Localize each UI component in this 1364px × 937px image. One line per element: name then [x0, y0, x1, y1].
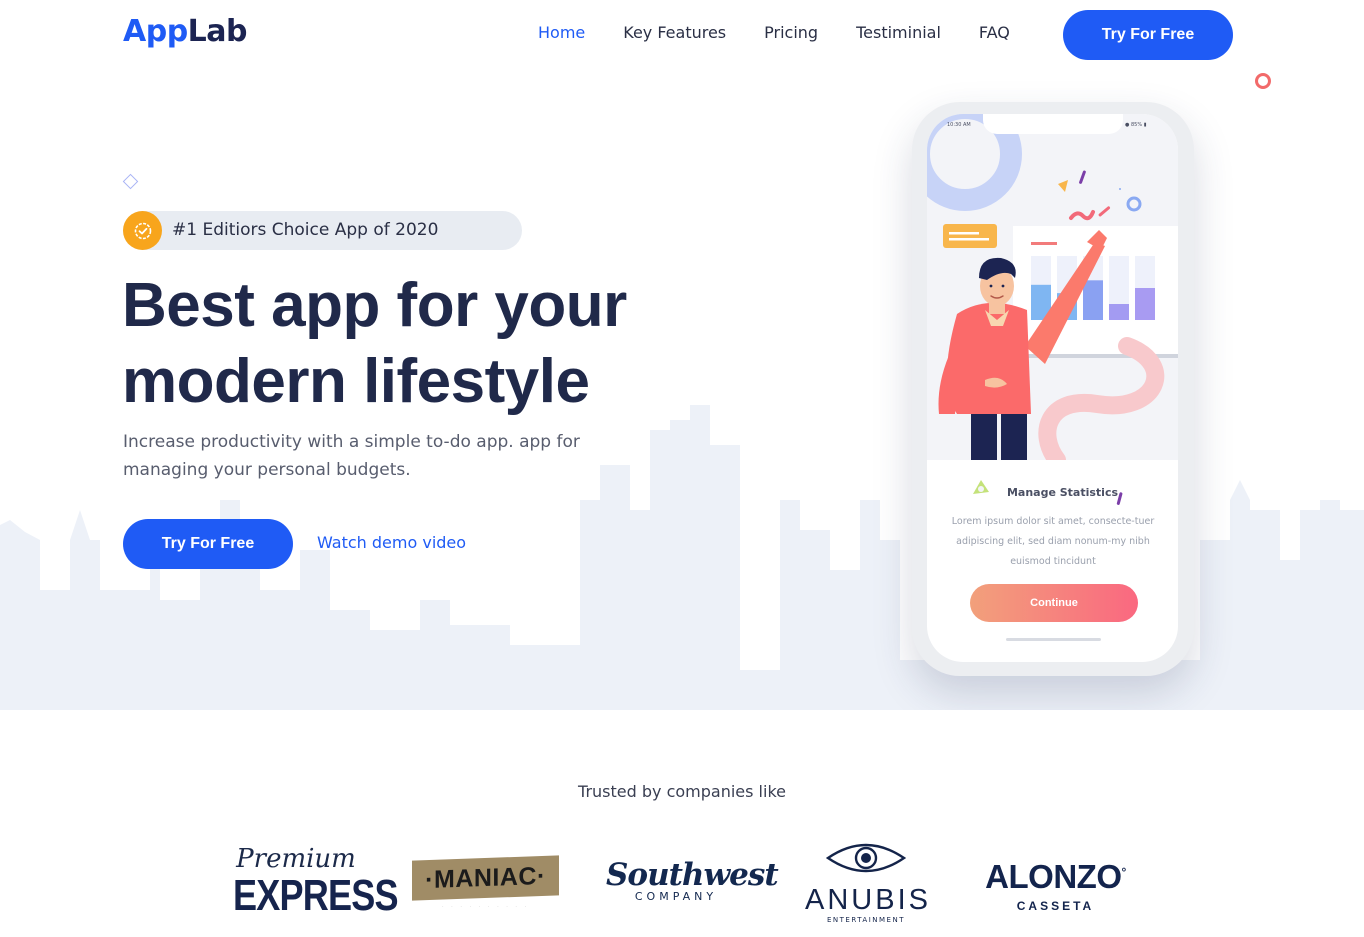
nav-faq[interactable]: FAQ	[979, 23, 1010, 42]
eye-icon	[825, 843, 907, 873]
premium-script: Premium	[236, 844, 356, 874]
phone-chart-bar	[1109, 304, 1129, 320]
phone-chart-bar	[1083, 280, 1103, 320]
maniac-subline: · · · · · · · · · ·	[442, 904, 530, 910]
nav-home[interactable]: Home	[538, 23, 585, 42]
maniac-text: ·MANIAC·	[425, 861, 546, 894]
alonzo-sub: CASSETA	[1016, 899, 1095, 913]
alonzo-name: ALONZO°	[985, 858, 1126, 895]
main-menu: Home Key Features Pricing Testiminial FA…	[538, 23, 1048, 42]
alonzo-logo: ALONZO° CASSETA	[978, 854, 1133, 914]
confetti-icon	[1116, 492, 1123, 505]
southwest-script: Southwest	[606, 857, 779, 893]
nav-try-for-free-button[interactable]: Try For Free	[1063, 10, 1233, 60]
nav-pricing[interactable]: Pricing	[764, 23, 818, 42]
brand-logo-part1: App	[123, 14, 188, 49]
badge-text: #1 Editiors Choice App of 2020	[172, 220, 439, 240]
watch-demo-video-link[interactable]: Watch demo video	[317, 533, 466, 552]
hero-headline: Best app for your modern lifestyle	[122, 268, 682, 420]
phone-chart-bar	[1135, 288, 1155, 320]
premium-express-logo: Premium EXPRESS	[233, 844, 399, 920]
editors-choice-badge: #1 Editiors Choice App of 2020	[123, 211, 522, 250]
status-time: 10:30 AM	[947, 122, 971, 128]
card-title: Manage Statistics	[1006, 486, 1119, 499]
trusted-heading: Trusted by companies like	[578, 782, 786, 801]
southwest-logo: Southwest COMPANY	[606, 857, 779, 903]
hero-subtitle: Increase productivity with a simple to-d…	[123, 432, 580, 480]
phone-screen: 10:30 AM ● 85% ▮ Manage Statistics Lorem…	[927, 114, 1178, 662]
navbar: AppLab Home Key Features Pricing Testimi…	[0, 0, 1364, 70]
battery-percent: 85%	[1130, 122, 1143, 128]
brand-logo-part2: Lab	[187, 14, 248, 49]
presenter-illustration	[927, 114, 1178, 469]
continue-button[interactable]: Continue	[970, 584, 1138, 622]
nav-key-features[interactable]: Key Features	[623, 23, 726, 42]
wifi-icon: ●	[1125, 122, 1130, 128]
maniac-logo: ·MANIAC·	[412, 855, 559, 901]
company-logos: Premium EXPRESS ·MANIAC· · · · · · · · ·…	[0, 836, 1364, 936]
hero-section: #1 Editiors Choice App of 2020 Best app …	[0, 70, 1364, 710]
card-body: Lorem ipsum dolor sit amet, consecte-tue…	[951, 516, 1155, 567]
status-battery: ● 85% ▮	[1125, 122, 1146, 128]
battery-icon: ▮	[1143, 122, 1147, 128]
anubis-logo: ANUBIS ENTERTAINMENT	[805, 840, 931, 924]
brand-logo[interactable]: AppLab	[123, 14, 248, 49]
phone-mockup: 10:30 AM ● 85% ▮ Manage Statistics Lorem…	[912, 102, 1194, 676]
nav-testimonial[interactable]: Testiminial	[856, 23, 941, 42]
premium-express-block: EXPRESS	[233, 871, 399, 920]
phone-notch	[983, 114, 1123, 134]
statistics-illustration: 10:30 AM ● 85% ▮	[927, 114, 1178, 469]
headline-line-1: Best app for your	[122, 271, 627, 340]
anubis-sub: ENTERTAINMENT	[826, 916, 905, 924]
anubis-name: ANUBIS	[805, 884, 931, 916]
headline-line-2: modern lifestyle	[122, 347, 590, 416]
verified-check-icon	[123, 211, 162, 250]
hero-try-for-free-button[interactable]: Try For Free	[123, 519, 293, 569]
home-indicator	[1006, 638, 1101, 641]
